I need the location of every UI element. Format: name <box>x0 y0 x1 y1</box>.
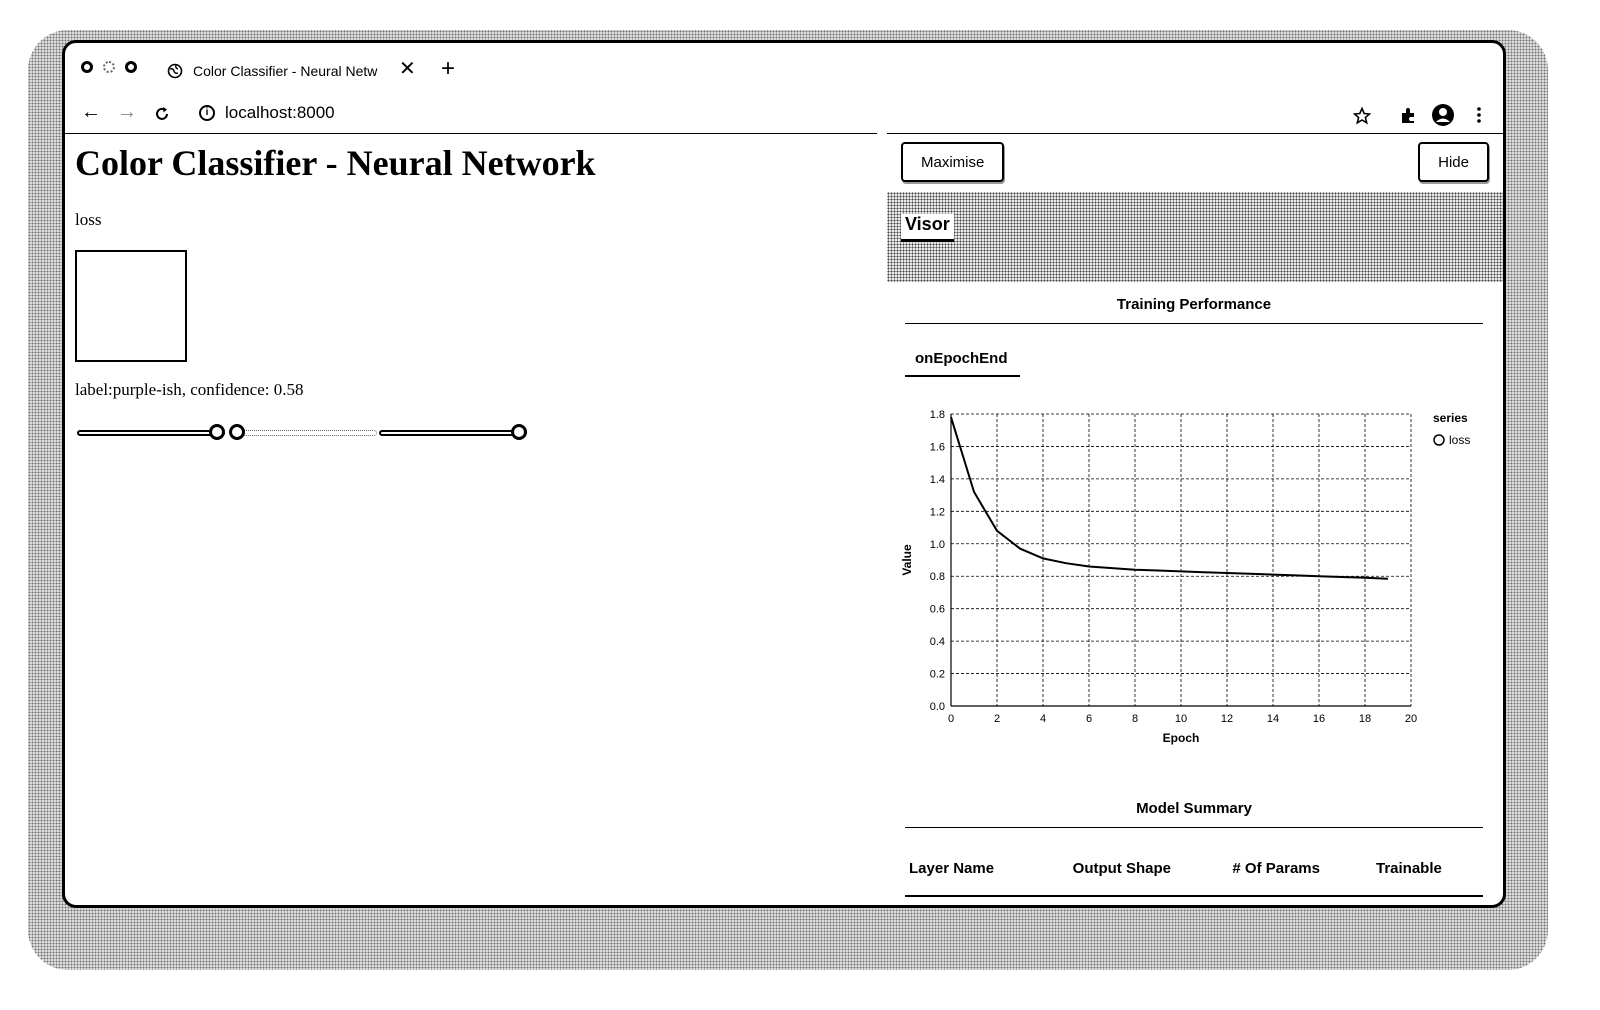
site-info-icon[interactable]: i <box>199 105 215 121</box>
browser-toolbar: ← → i localhost:8000 <box>65 99 1503 133</box>
y-tick-label: 0.8 <box>930 571 945 583</box>
legend-title: series <box>1433 411 1468 425</box>
x-tick-label: 0 <box>948 713 954 725</box>
model-summary-title: Model Summary <box>905 800 1483 828</box>
back-button[interactable]: ← <box>81 101 101 124</box>
y-tick-label: 1.6 <box>930 441 945 453</box>
y-tick-label: 1.4 <box>930 474 945 486</box>
column-header[interactable]: # Of Params <box>1228 846 1372 897</box>
tab-visor[interactable]: Visor <box>901 214 954 242</box>
red-slider[interactable] <box>77 424 225 442</box>
x-tick-label: 8 <box>1132 713 1138 725</box>
slider-thumb[interactable] <box>229 424 245 440</box>
close-window-button[interactable] <box>81 61 93 73</box>
tab-strip: Color Classifier - Neural Netw ✕ + <box>65 43 1503 99</box>
tab-title[interactable]: Color Classifier - Neural Netw <box>193 63 377 79</box>
x-tick-label: 2 <box>994 713 1000 725</box>
x-axis-label: Epoch <box>1163 731 1200 745</box>
y-tick-label: 0.0 <box>930 701 945 713</box>
table-header-row: Layer Name Output Shape # Of Params Trai… <box>905 846 1483 897</box>
series-line-loss <box>950 416 1389 580</box>
column-header[interactable]: Trainable <box>1371 846 1483 897</box>
tab-onepochend[interactable]: onEpochEnd <box>905 350 1020 377</box>
extension-icon[interactable] <box>1399 107 1417 125</box>
legend-swatch-loss <box>1433 434 1445 446</box>
y-tick-label: 1.0 <box>930 539 945 551</box>
visor-panel: Maximise Hide Visor Training Performance… <box>887 133 1503 905</box>
slider-thumb[interactable] <box>511 424 527 440</box>
y-tick-label: 1.2 <box>930 506 945 518</box>
legend-label-loss: loss <box>1449 433 1470 447</box>
maximise-button[interactable]: Maximise <box>901 142 1005 182</box>
table-cell: 64 <box>1228 896 1372 905</box>
column-header[interactable]: Output Shape <box>1068 846 1229 897</box>
new-tab-button[interactable]: + <box>441 57 455 81</box>
y-tick-label: 0.2 <box>930 669 945 681</box>
green-slider[interactable] <box>229 424 377 442</box>
y-axis-label: Value <box>900 544 914 576</box>
table-cell: true <box>1372 896 1483 905</box>
reload-icon[interactable] <box>153 105 171 123</box>
blue-slider[interactable] <box>379 424 527 442</box>
tab-close-icon[interactable]: ✕ <box>399 59 416 79</box>
model-summary-table: Layer Name Output Shape # Of Params Trai… <box>905 846 1483 905</box>
table-row: dense_Dense1 [batch,16] 64 true <box>905 896 1483 905</box>
y-tick-label: 1.8 <box>930 409 945 421</box>
profile-avatar[interactable] <box>1431 103 1455 127</box>
minimize-window-button[interactable] <box>103 61 115 73</box>
hide-button[interactable]: Hide <box>1418 142 1489 182</box>
address-bar[interactable]: localhost:8000 <box>225 103 335 123</box>
browser-window: Color Classifier - Neural Netw ✕ + ← → i… <box>62 40 1506 908</box>
x-tick-label: 12 <box>1221 713 1233 725</box>
table-cell: [batch,16] <box>1069 896 1229 905</box>
color-preview-swatch <box>75 250 187 362</box>
forward-button[interactable]: → <box>117 101 137 124</box>
visor-tab-bar <box>887 192 1503 282</box>
training-performance-title: Training Performance <box>905 296 1483 324</box>
x-tick-label: 10 <box>1175 713 1187 725</box>
page-content: Color Classifier - Neural Network loss l… <box>65 133 877 905</box>
slider-thumb[interactable] <box>209 424 225 440</box>
table-cell: dense_Dense1 <box>905 896 1069 905</box>
x-tick-label: 20 <box>1405 713 1417 725</box>
x-tick-label: 16 <box>1313 713 1325 725</box>
loss-chart: 0 2 4 6 8 10 12 14 16 18 20 0.0 0.2 0.4 0.6 0.8 1.0 1.2 1.… <box>900 409 1470 745</box>
y-tick-label: 0.4 <box>930 636 945 648</box>
x-tick-label: 4 <box>1040 713 1046 725</box>
column-header[interactable]: Layer Name <box>905 846 1069 897</box>
loss-label: loss <box>75 210 102 229</box>
x-tick-label: 18 <box>1359 713 1371 725</box>
x-tick-label: 6 <box>1086 713 1092 725</box>
prediction-text: label:purple-ish, confidence: 0.58 <box>75 380 304 399</box>
globe-icon <box>167 63 183 79</box>
y-tick-label: 0.6 <box>930 604 945 616</box>
x-tick-label: 14 <box>1267 713 1279 725</box>
page-title: Color Classifier - Neural Network <box>75 143 596 183</box>
menu-icon[interactable] <box>1475 105 1483 125</box>
star-icon[interactable] <box>1353 107 1371 125</box>
maximize-window-button[interactable] <box>125 61 137 73</box>
